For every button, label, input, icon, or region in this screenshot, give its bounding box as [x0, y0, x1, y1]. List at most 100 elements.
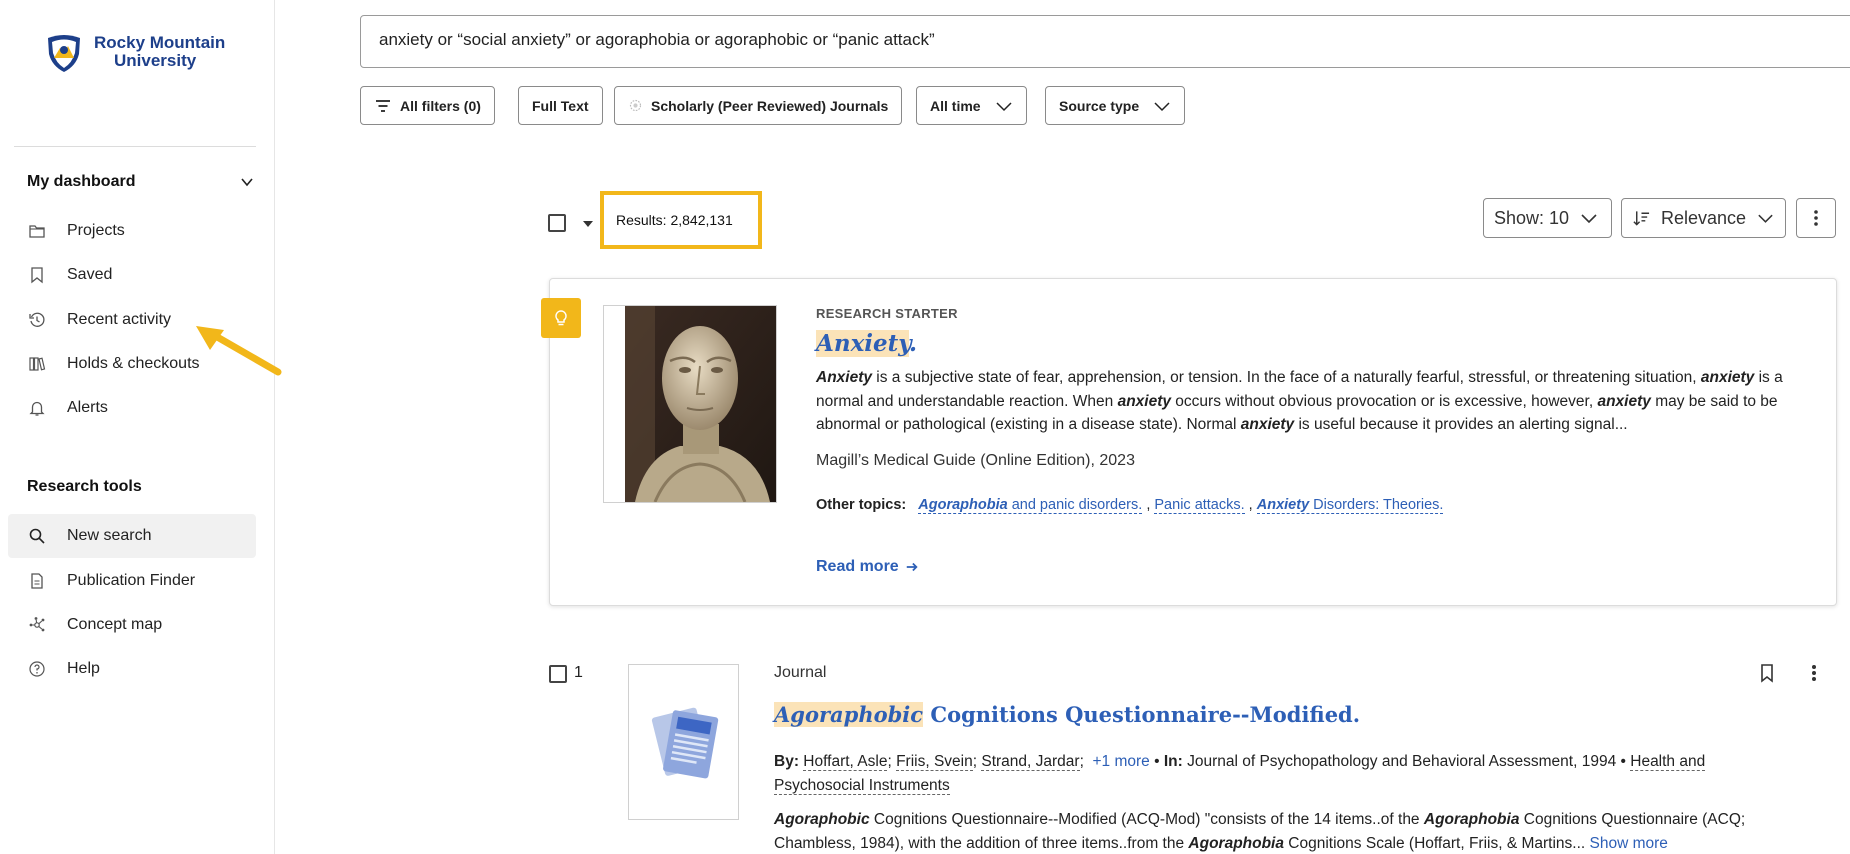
results-count: Results: 2,842,131: [600, 191, 762, 249]
journal-document-icon: [651, 707, 718, 779]
read-more-link[interactable]: Read more: [816, 558, 919, 576]
filter-icon: [376, 99, 390, 112]
logo-line2: University: [114, 51, 197, 70]
in-label: In:: [1163, 753, 1183, 770]
research-tools-heading: Research tools: [27, 478, 142, 495]
research-starter-title-text: Anxiety: [816, 330, 909, 357]
by-label: By:: [774, 753, 799, 770]
result-byline: By: Hoffart, Asle; Friis, Svein; Strand,…: [774, 753, 1706, 795]
results-count-label: Results: 2,842,131: [616, 212, 733, 228]
abstract-text: Cognitions Scale (Hoffart, Friis, & Mart…: [1284, 834, 1590, 852]
sidebar-item-new-search[interactable]: New search: [8, 514, 256, 558]
chevron-down-icon: [1581, 214, 1597, 224]
sidebar-item-label: Alerts: [67, 399, 108, 416]
research-starter-label: RESEARCH STARTER: [816, 306, 958, 321]
bell-icon: [28, 399, 46, 417]
research-starter-title-suffix: .: [909, 330, 918, 357]
sidebar-item-label: Saved: [67, 266, 113, 283]
result-title[interactable]: Agoraphobic Cognitions Questionnaire--Mo…: [774, 702, 1360, 727]
topic-link[interactable]: Agoraphobia and panic disorders.: [918, 497, 1143, 514]
topic-keyword: Agoraphobia: [918, 497, 1008, 513]
full-text-label: Full Text: [532, 97, 589, 114]
other-topics-label: Other topics:: [816, 497, 907, 513]
abstract-keyword: Agoraphobic: [774, 811, 870, 828]
abstract-keyword: anxiety: [1700, 369, 1755, 386]
result-number: 1: [574, 664, 583, 681]
chevron-down-icon: [1154, 101, 1170, 111]
sidebar-item-label: Holds & checkouts: [67, 355, 200, 372]
peer-reviewed-button[interactable]: Scholarly (Peer Reviewed) Journals: [614, 86, 903, 125]
show-more-link[interactable]: Show more: [1590, 835, 1668, 852]
more-options-button[interactable]: [1796, 198, 1836, 238]
abstract-text: Cognitions Questionnaire--Modified (ACQ-…: [869, 811, 1424, 828]
select-caret-icon[interactable]: [582, 220, 594, 228]
all-filters-button[interactable]: All filters (0): [360, 86, 495, 125]
topic-text: and panic disorders.: [1007, 497, 1143, 513]
result-checkbox[interactable]: [549, 665, 567, 683]
sidebar-item-publication-finder[interactable]: Publication Finder: [8, 559, 256, 603]
select-all-checkbox[interactable]: [548, 214, 566, 232]
sort-dropdown[interactable]: Relevance: [1621, 198, 1786, 238]
document-icon: [28, 572, 46, 590]
abstract-keyword: Agoraphobia: [1423, 811, 1520, 828]
source-type-dropdown[interactable]: Source type: [1045, 86, 1186, 125]
search-input[interactable]: anxiety or “social anxiety” or agoraphob…: [360, 15, 1850, 68]
search-icon: [28, 527, 46, 545]
show-count-dropdown[interactable]: Show: 10: [1483, 198, 1612, 238]
history-icon: [28, 311, 46, 329]
result-thumbnail[interactable]: [628, 664, 739, 820]
more-authors-link[interactable]: +1 more: [1093, 753, 1150, 770]
result-title-rest: Cognitions Questionnaire--Modified.: [923, 702, 1361, 727]
lightbulb-icon: [541, 298, 581, 338]
result-abstract: Agoraphobic Cognitions Questionnaire--Mo…: [774, 808, 1774, 854]
author-link[interactable]: Friis, Svein: [896, 753, 973, 771]
logo-line1: Rocky Mountain: [94, 33, 226, 52]
books-icon: [28, 355, 46, 373]
abstract-text: is a subjective state of fear, apprehens…: [872, 369, 1701, 386]
topic-link[interactable]: Anxiety Disorders: Theories.: [1256, 497, 1444, 514]
result-title-highlight: Agoraphobic: [774, 702, 924, 727]
arrow-right-icon: [906, 562, 918, 572]
sort-label: Relevance: [1660, 207, 1747, 228]
kebab-icon: [1814, 210, 1818, 226]
topic-text: Panic attacks.: [1154, 497, 1245, 513]
sidebar-item-projects[interactable]: Projects: [8, 209, 256, 253]
annotation-arrow: [196, 326, 282, 376]
sidebar-item-label: Recent activity: [67, 311, 172, 328]
dashboard-heading[interactable]: My dashboard: [27, 173, 135, 191]
sidebar-item-saved[interactable]: Saved: [8, 253, 256, 297]
logo-text: Rocky Mountain University: [94, 34, 225, 70]
abstract-keyword: anxiety: [1117, 392, 1171, 410]
peer-reviewed-icon: [629, 99, 642, 112]
sidebar-item-concept-map[interactable]: Concept map: [8, 603, 256, 647]
chevron-down-icon: [996, 101, 1012, 111]
sidebar-item-alerts[interactable]: Alerts: [8, 386, 256, 430]
sidebar-item-help[interactable]: Help: [8, 647, 256, 691]
abstract-keyword: Anxiety: [816, 369, 872, 386]
chevron-down-icon[interactable]: [240, 175, 254, 189]
bookmark-icon[interactable]: [1757, 663, 1777, 683]
university-logo[interactable]: Rocky Mountain University: [42, 30, 225, 74]
author-link[interactable]: Strand, Jardar: [981, 753, 1080, 771]
bookmark-icon: [28, 266, 46, 284]
all-time-dropdown[interactable]: All time: [916, 86, 1027, 125]
sidebar-item-label: New search: [67, 527, 152, 544]
full-text-button[interactable]: Full Text: [518, 86, 603, 125]
author-link[interactable]: Hoffart, Asle: [803, 753, 888, 771]
result-source: Journal of Psychopathology and Behaviora…: [1187, 753, 1617, 770]
sidebar-item-label: Projects: [67, 222, 125, 239]
abstract-keyword: anxiety: [1240, 416, 1295, 433]
concept-map-icon: [28, 616, 46, 634]
sidebar-item-label: Publication Finder: [67, 572, 196, 589]
sidebar-item-label: Help: [67, 660, 100, 677]
research-starter-abstract: Anxiety is a subjective state of fear, a…: [816, 366, 1816, 437]
all-filters-label: All filters (0): [400, 97, 481, 114]
research-starter-title[interactable]: Anxiety.: [816, 330, 917, 357]
kebab-icon[interactable]: [1804, 663, 1824, 683]
topic-link[interactable]: Panic attacks.: [1154, 497, 1245, 514]
abstract-text: occurs without obvious provocation or is…: [1171, 392, 1598, 410]
shield-logo-icon: [48, 35, 80, 72]
sidebar-divider: [14, 146, 256, 147]
bust-statue-image: [625, 306, 776, 502]
peer-reviewed-label: Scholarly (Peer Reviewed) Journals: [651, 97, 889, 114]
